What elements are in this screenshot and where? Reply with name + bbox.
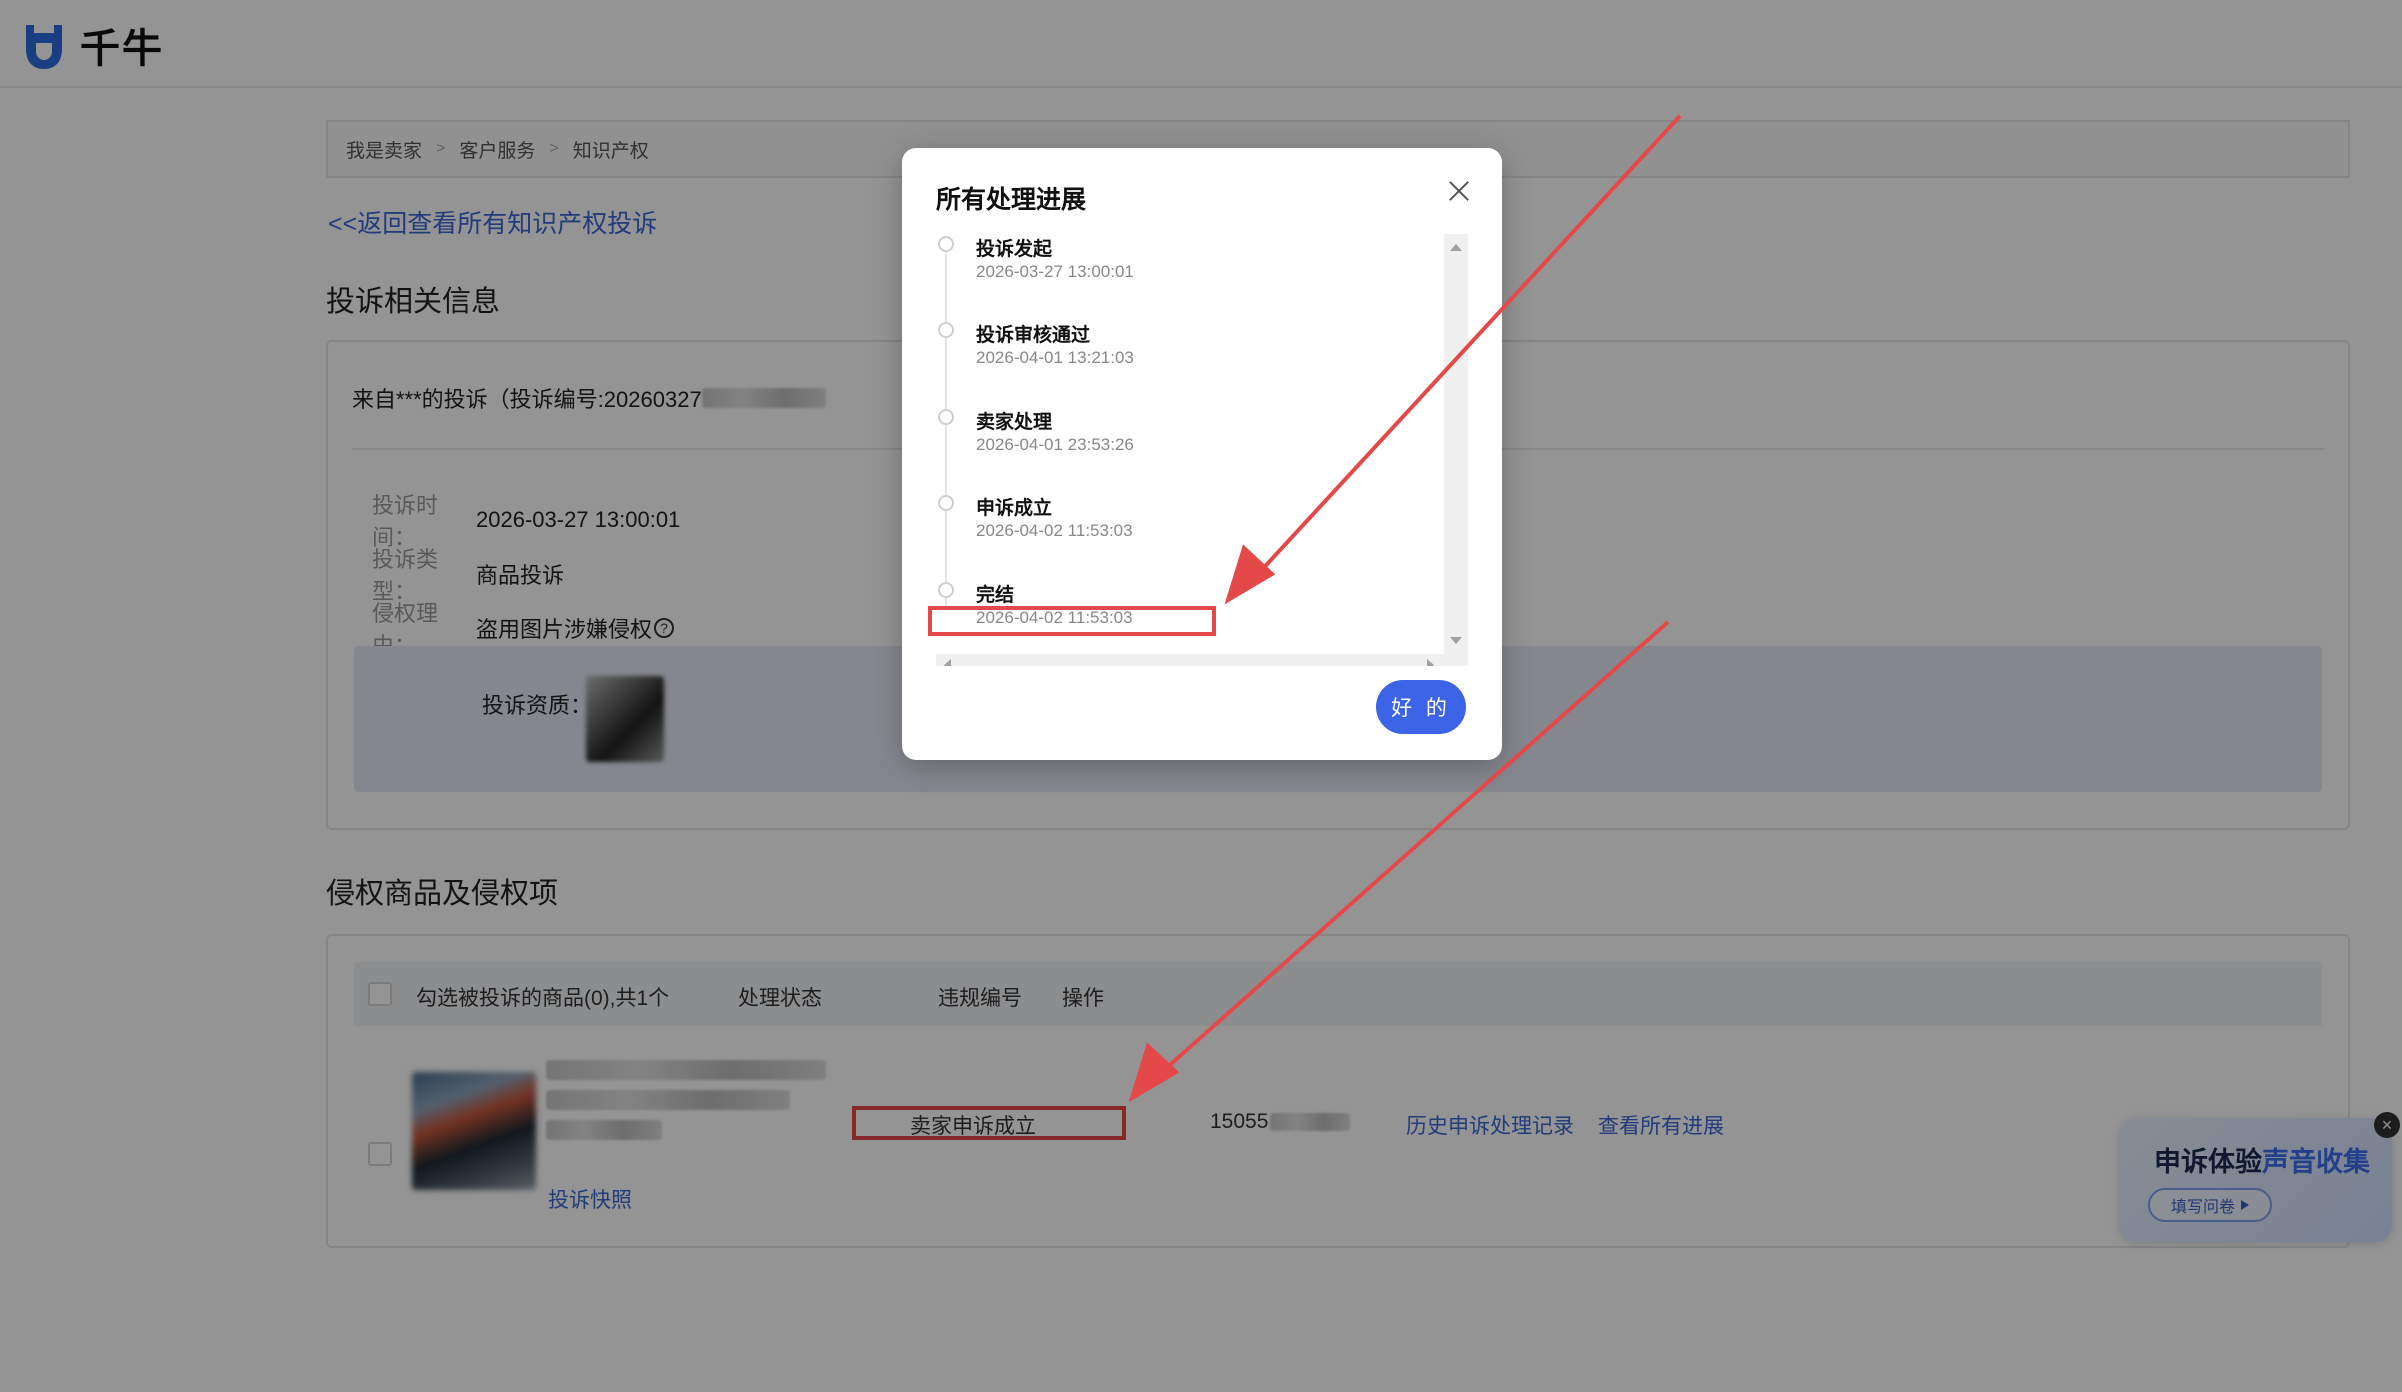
timeline-dot-icon (938, 582, 954, 598)
timeline-step-title: 申诉成立 (976, 498, 1053, 519)
timeline-step-time: 2026-04-02 11:53:03 (976, 521, 1133, 540)
timeline-dot-icon (938, 409, 954, 425)
timeline-line (945, 248, 947, 608)
horizontal-scrollbar[interactable] (936, 654, 1468, 666)
scroll-right-icon[interactable] (1427, 659, 1434, 666)
close-icon[interactable] (1446, 178, 1472, 204)
timeline-step-time: 2026-04-01 23:53:26 (976, 435, 1134, 454)
modal-title: 所有处理进展 (936, 186, 1087, 214)
timeline-step-title: 投诉发起 (976, 239, 1053, 260)
annotation-box-final-time (928, 606, 1216, 636)
progress-modal: 所有处理进展 投诉发起 2026-03-27 13:00:01 投诉审核通过 2… (902, 148, 1502, 760)
vertical-scrollbar[interactable] (1444, 234, 1468, 654)
timeline-scroll-area[interactable]: 投诉发起 2026-03-27 13:00:01 投诉审核通过 2026-04-… (936, 234, 1468, 666)
timeline-dot-icon (938, 322, 954, 338)
timeline-step-title: 卖家处理 (976, 412, 1053, 433)
scroll-up-icon[interactable] (1450, 244, 1462, 251)
scroll-left-icon[interactable] (944, 659, 951, 666)
timeline-step-title: 完结 (976, 585, 1015, 606)
timeline-step-time: 2026-03-27 13:00:01 (976, 262, 1134, 281)
scroll-down-icon[interactable] (1450, 637, 1462, 644)
timeline-dot-icon (938, 495, 954, 511)
timeline-dot-icon (938, 236, 954, 252)
ok-button[interactable]: 好 的 (1376, 680, 1466, 734)
timeline-step-title: 投诉审核通过 (976, 325, 1091, 346)
timeline-step-time: 2026-04-01 13:21:03 (976, 348, 1134, 367)
